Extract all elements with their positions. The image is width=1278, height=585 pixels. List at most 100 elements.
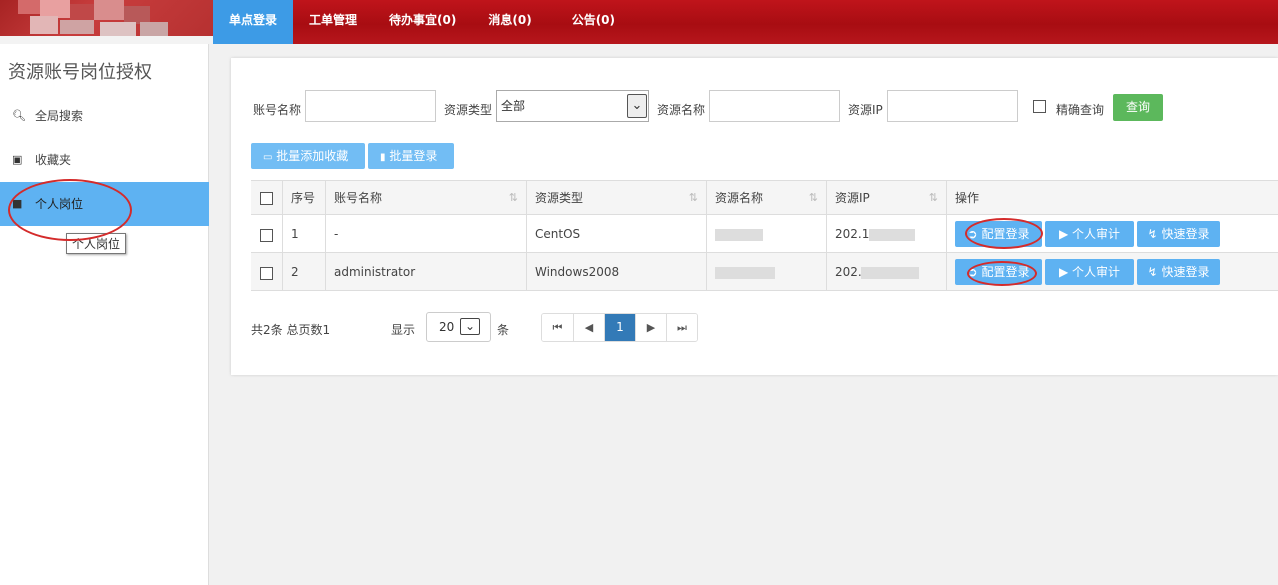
row-actions: ➲ 配置登录 ▶ 个人审计 ↯ 快速登录 [946, 215, 1278, 252]
resource-name-input[interactable] [709, 90, 840, 122]
row-account: administrator [325, 253, 526, 290]
sidebar-item-label: 个人岗位 [35, 197, 84, 211]
page-size-select[interactable]: 20 ⌄ [426, 312, 491, 342]
header-resource-name[interactable]: 资源名称 ⇅ [706, 181, 826, 214]
personal-audit-label: 个人审计 [1072, 227, 1121, 241]
table-header-row: 序号 账号名称 ⇅ 资源类型 ⇅ 资源名称 ⇅ 资源IP ⇅ 操作 [251, 181, 1278, 215]
redacted-name [715, 267, 775, 279]
nav-messages[interactable]: 消息(0) [472, 0, 555, 44]
personal-audit-button[interactable]: ▶ 个人审计 [1045, 221, 1134, 247]
row-resource-name [706, 253, 826, 290]
video-camera-icon: ▶ [1058, 265, 1069, 279]
quick-login-button[interactable]: ↯ 快速登录 [1137, 259, 1220, 285]
trash-icon: ▮ [380, 152, 386, 163]
row-checkbox[interactable] [260, 229, 273, 242]
batch-favorite-button[interactable]: ▭ 批量添加收藏 [251, 143, 365, 169]
next-page-icon[interactable]: ▶︎ [635, 314, 666, 341]
page-number[interactable]: 1 [604, 314, 635, 341]
config-login-button[interactable]: ➲ 配置登录 [955, 259, 1042, 285]
table-row: 2 administrator Windows2008 202. ➲ 配置登录 … [251, 253, 1278, 291]
folder-icon: ■ [12, 197, 23, 210]
redacted-name [715, 229, 763, 241]
nav-announcements[interactable]: 公告(0) [556, 0, 631, 44]
header-resource-ip[interactable]: 资源IP ⇅ [826, 181, 946, 214]
config-login-button[interactable]: ➲ 配置登录 [955, 221, 1042, 247]
sort-icon: ⇅ [508, 191, 518, 204]
main-card: 账号名称 资源类型 全部 ⌄ 资源名称 资源IP 精确查询 查询 ▭ 批量添加收… [231, 58, 1278, 375]
row-checkbox[interactable] [260, 267, 273, 280]
sort-icon: ⇅ [808, 191, 818, 204]
sidebar-item-personal-post[interactable]: ■ 个人岗位 [0, 182, 209, 226]
ip-prefix: 202. [835, 265, 862, 279]
chevron-down-icon: ⌄ [627, 94, 647, 118]
batch-login-button[interactable]: ▮ 批量登录 [368, 143, 454, 169]
resource-name-label: 资源名称 [657, 103, 706, 117]
nav-single-sign-on[interactable]: 单点登录 [213, 0, 294, 44]
resource-type-value: 全部 [501, 99, 526, 113]
first-page-icon[interactable]: ⏮︎ [542, 314, 573, 341]
prev-page-icon[interactable]: ◀︎ [573, 314, 604, 341]
pagination-summary: 共2条 总页数1 [251, 323, 331, 337]
header-account-name[interactable]: 账号名称 ⇅ [325, 181, 526, 214]
row-actions: ➲ 配置登录 ▶ 个人审计 ↯ 快速登录 [946, 253, 1278, 290]
header-label: 资源IP [835, 191, 870, 205]
laptop-icon: ▭ [263, 152, 273, 163]
row-type: Windows2008 [526, 253, 706, 290]
redacted-ip [861, 267, 919, 279]
row-index: 2 [282, 253, 325, 290]
account-name-label: 账号名称 [253, 103, 302, 117]
query-button[interactable]: 查询 [1113, 94, 1163, 121]
resource-type-label: 资源类型 [444, 103, 493, 117]
sidebar-item-label: 全局搜索 [35, 109, 84, 123]
row-resource-name [706, 215, 826, 252]
header-label: 资源名称 [715, 191, 764, 205]
bolt-icon: ↯ [1147, 265, 1158, 279]
row-index: 1 [282, 215, 325, 252]
sidebar-item-favorites[interactable]: ▣ 收藏夹 [0, 138, 209, 182]
resource-ip-input[interactable] [887, 90, 1018, 122]
config-login-label: 配置登录 [981, 265, 1030, 279]
sidebar: 资源账号岗位授权 🔍︎ 全局搜索 ▣ 收藏夹 ■ 个人岗位 [0, 44, 209, 585]
row-ip: 202. [826, 253, 946, 290]
top-header: 单点登录 工单管理 待办事宜(0) 消息(0) 公告(0) [0, 0, 1278, 44]
batch-favorite-label: 批量添加收藏 [276, 149, 349, 163]
sort-icon: ⇅ [688, 191, 698, 204]
page-size-value: 20 [439, 320, 455, 334]
sidebar-item-label: 收藏夹 [35, 153, 72, 167]
header-actions: 操作 [946, 181, 1278, 214]
nav-ticket-management[interactable]: 工单管理 [293, 0, 373, 44]
select-all-checkbox[interactable] [260, 192, 273, 205]
row-account: - [325, 215, 526, 252]
last-page-icon[interactable]: ⏭︎ [666, 314, 697, 341]
account-name-input[interactable] [305, 90, 436, 122]
ip-prefix: 202.1 [835, 227, 870, 241]
quick-login-button[interactable]: ↯ 快速登录 [1137, 221, 1220, 247]
search-icon: 🔍︎ [12, 109, 26, 122]
personal-audit-button[interactable]: ▶ 个人审计 [1045, 259, 1134, 285]
nav-todo[interactable]: 待办事宜(0) [373, 0, 472, 44]
quick-login-label: 快速登录 [1161, 227, 1210, 241]
chevron-down-icon: ⌄ [460, 318, 480, 335]
config-login-label: 配置登录 [981, 227, 1030, 241]
tooltip: 个人岗位 [66, 233, 127, 254]
sidebar-title: 资源账号岗位授权 [8, 62, 152, 83]
resource-table: 序号 账号名称 ⇅ 资源类型 ⇅ 资源名称 ⇅ 资源IP ⇅ 操作 1 - Ce… [251, 180, 1278, 291]
row-ip: 202.1 [826, 215, 946, 252]
page-size-unit: 条 [497, 323, 510, 337]
header-label: 账号名称 [334, 191, 383, 205]
header-label: 资源类型 [535, 191, 584, 205]
header-resource-type[interactable]: 资源类型 ⇅ [526, 181, 706, 214]
page-size-label: 显示 [391, 323, 416, 337]
personal-audit-label: 个人审计 [1072, 265, 1121, 279]
exact-query-checkbox[interactable] [1033, 100, 1046, 113]
resource-type-select[interactable]: 全部 ⌄ [496, 90, 649, 122]
exact-query-label: 精确查询 [1056, 103, 1105, 117]
briefcase-icon: ▣ [12, 153, 23, 166]
bolt-icon: ↯ [1147, 227, 1158, 241]
sidebar-item-global-search[interactable]: 🔍︎ 全局搜索 [0, 94, 209, 138]
sign-in-icon: ➲ [967, 265, 978, 279]
quick-login-label: 快速登录 [1161, 265, 1210, 279]
pixelated-logo [0, 0, 213, 44]
pager: ⏮︎ ◀︎ 1 ▶︎ ⏭︎ [541, 313, 698, 342]
row-type: CentOS [526, 215, 706, 252]
